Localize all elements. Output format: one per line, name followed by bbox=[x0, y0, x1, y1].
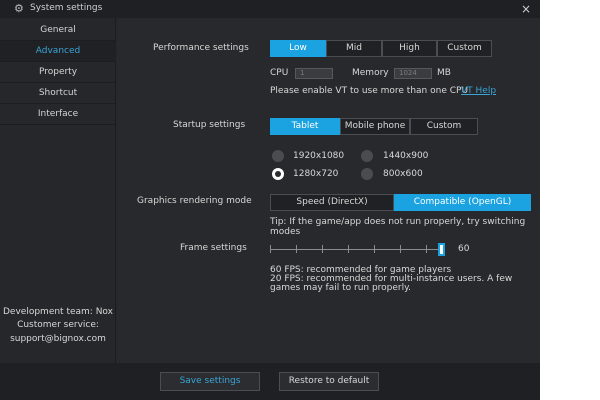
cpu-field[interactable]: 1 bbox=[295, 68, 333, 79]
memory-label: Memory bbox=[352, 68, 389, 78]
memory-unit: MB bbox=[437, 68, 451, 78]
graphics-tip-line-1: Tip: If the game/app does not run proper… bbox=[270, 217, 526, 227]
frame-slider-tick bbox=[426, 245, 427, 253]
graphics-rendering-label: Graphics rendering mode bbox=[137, 196, 252, 206]
vt-help-link[interactable]: VT Help bbox=[461, 86, 496, 96]
frame-slider-tick bbox=[296, 245, 297, 253]
resolution-1920x1080-radio[interactable] bbox=[272, 150, 284, 162]
graphics-tip-line-2: modes bbox=[270, 227, 301, 237]
sidebar: General Advanced Property Shortcut Inter… bbox=[0, 18, 116, 363]
settings-window: ⚙ System settings × General Advanced Pro… bbox=[0, 0, 540, 400]
frame-note-warning: games may fail to run properly. bbox=[270, 283, 412, 293]
startup-custom-button[interactable]: Custom bbox=[410, 118, 478, 135]
resolution-1440x900-label: 1440x900 bbox=[383, 151, 429, 161]
performance-custom-button[interactable]: Custom bbox=[437, 40, 492, 57]
support-email: support@bignox.com bbox=[10, 334, 106, 344]
frame-settings-label: Frame settings bbox=[180, 243, 247, 253]
performance-low-button[interactable]: Low bbox=[270, 40, 326, 57]
settings-panel: Performance settings Low Mid High Custom… bbox=[117, 18, 540, 363]
close-icon[interactable]: × bbox=[519, 1, 533, 17]
resolution-1920x1080-label: 1920x1080 bbox=[293, 151, 345, 161]
resolution-1440x900-radio[interactable] bbox=[361, 150, 373, 162]
graphics-compatible-opengl-button[interactable]: Compatible (OpenGL) bbox=[394, 194, 531, 211]
sidebar-item-property[interactable]: Property bbox=[0, 62, 116, 83]
startup-tablet-button[interactable]: Tablet bbox=[270, 118, 340, 135]
development-team-text: Development team: Nox bbox=[3, 307, 113, 317]
memory-field[interactable]: 1024 bbox=[394, 68, 432, 79]
customer-service-text: Customer service: bbox=[17, 320, 99, 330]
performance-mid-button[interactable]: Mid bbox=[326, 40, 382, 57]
performance-settings-label: Performance settings bbox=[153, 43, 249, 53]
sidebar-item-interface[interactable]: Interface bbox=[0, 104, 116, 125]
cpu-label: CPU bbox=[270, 68, 289, 78]
startup-settings-label: Startup settings bbox=[173, 120, 246, 130]
save-settings-button[interactable]: Save settings bbox=[160, 372, 260, 391]
graphics-speed-directx-button[interactable]: Speed (DirectX) bbox=[270, 194, 394, 211]
frame-slider-tick bbox=[348, 245, 349, 253]
performance-high-button[interactable]: High bbox=[382, 40, 437, 57]
frame-slider-thumb[interactable] bbox=[438, 243, 445, 256]
frame-value: 60 bbox=[458, 244, 470, 254]
sidebar-item-advanced[interactable]: Advanced bbox=[0, 41, 116, 62]
frame-slider-tick bbox=[400, 245, 401, 253]
resolution-1280x720-radio[interactable] bbox=[272, 168, 284, 180]
restore-default-button[interactable]: Restore to default bbox=[279, 372, 379, 391]
vt-note: Please enable VT to use more than one CP… bbox=[270, 86, 469, 96]
resolution-800x600-radio[interactable] bbox=[361, 168, 373, 180]
sidebar-item-shortcut[interactable]: Shortcut bbox=[0, 83, 116, 104]
window-title: System settings bbox=[30, 3, 103, 13]
gear-icon: ⚙ bbox=[14, 2, 24, 15]
resolution-1280x720-label: 1280x720 bbox=[293, 169, 339, 179]
frame-slider-tick bbox=[374, 245, 375, 253]
sidebar-item-general[interactable]: General bbox=[0, 20, 116, 41]
startup-mobile-phone-button[interactable]: Mobile phone bbox=[340, 118, 410, 135]
frame-slider-tick bbox=[270, 245, 271, 253]
frame-slider-tick bbox=[322, 245, 323, 253]
footer-bar: Save settings Restore to default bbox=[0, 363, 540, 400]
title-bar: ⚙ System settings × bbox=[0, 0, 540, 18]
resolution-800x600-label: 800x600 bbox=[383, 169, 423, 179]
